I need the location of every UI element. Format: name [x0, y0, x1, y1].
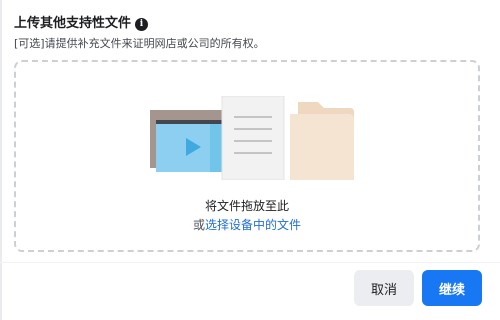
continue-button[interactable]: 继续: [422, 270, 482, 306]
drop-instruction: 将文件拖放至此: [204, 199, 289, 213]
upload-illustration: [150, 96, 354, 180]
dialog-edge: [0, 0, 2, 320]
select-file-link[interactable]: 选择设备中的文件: [205, 218, 301, 232]
footer-divider: [0, 262, 500, 263]
cancel-button[interactable]: 取消: [354, 270, 414, 306]
info-icon[interactable]: i: [135, 17, 149, 31]
select-line: 或选择设备中的文件: [16, 217, 478, 233]
document-icon: [221, 96, 285, 180]
dialog-subtitle: [可选]请提供补充文件来证明网店或公司的所有权。: [14, 37, 265, 50]
folder-icon: [290, 102, 354, 180]
video-file-icon: [150, 110, 226, 172]
upload-dialog: 上传其他支持性文件 i [可选]请提供补充文件来证明网店或公司的所有权。 将文件…: [0, 0, 500, 320]
title-row: 上传其他支持性文件 i: [14, 14, 149, 34]
or-text: 或: [192, 218, 205, 232]
dialog-title: 上传其他支持性文件: [14, 16, 132, 31]
file-dropzone[interactable]: 将文件拖放至此 或选择设备中的文件: [14, 60, 480, 252]
